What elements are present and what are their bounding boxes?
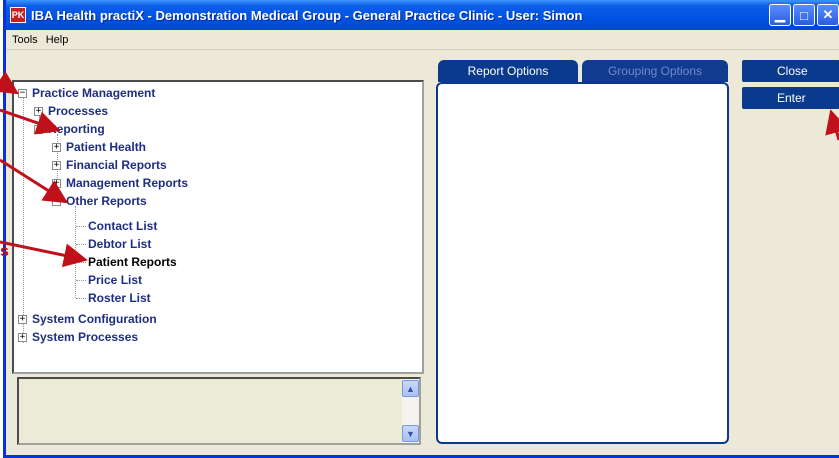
vertical-scrollbar[interactable]: ▲ ▼ [402, 379, 419, 443]
tree-node-patient-health[interactable]: + Patient Health [52, 139, 146, 155]
close-icon[interactable]: ✕ [817, 4, 839, 26]
collapse-toggle-icon[interactable]: − [34, 124, 43, 134]
options-tabs: Report Options Grouping Options [438, 60, 732, 82]
navigation-tree: − Practice Management + Processes − Repo… [12, 80, 424, 374]
tree-node-practice-management[interactable]: − Practice Management [18, 85, 155, 101]
expand-toggle-icon[interactable]: + [52, 160, 61, 170]
tree-node-label: Price List [88, 273, 143, 287]
menu-tools[interactable]: Tools [12, 34, 38, 46]
expand-toggle-icon[interactable]: + [34, 106, 43, 116]
tab-grouping-options[interactable]: Grouping Options [582, 60, 728, 82]
tree-node-financial-reports[interactable]: + Financial Reports [52, 157, 167, 173]
tree-leaf-roster-list[interactable]: Roster List [88, 290, 151, 306]
tree-leaf-price-list[interactable]: Price List [88, 272, 142, 288]
maximize-icon[interactable]: □ [793, 4, 815, 26]
tree-node-system-configuration[interactable]: + System Configuration [18, 311, 157, 327]
expand-toggle-icon[interactable]: + [18, 332, 27, 342]
title-bar[interactable]: PK IBA Health practiX - Demonstration Me… [6, 0, 839, 30]
tree-leaf-contact-list[interactable]: Contact List [88, 218, 157, 234]
tab-label: Grouping Options [607, 64, 703, 78]
window-title: IBA Health practiX - Demonstration Medic… [31, 7, 583, 23]
menu-bar: Tools Help [6, 30, 839, 50]
expand-toggle-icon[interactable]: + [52, 178, 61, 188]
collapse-toggle-icon[interactable]: − [52, 196, 61, 206]
minimize-icon[interactable]: ▁ [769, 4, 791, 26]
tree-node-label: Practice Management [32, 86, 156, 100]
tree-node-other-reports[interactable]: − Other Reports [52, 193, 147, 209]
collapse-toggle-icon[interactable]: − [18, 88, 27, 98]
close-button[interactable]: Close [742, 60, 839, 82]
tab-label: Report Options [467, 64, 549, 78]
report-options-panel [436, 82, 729, 444]
tree-node-label: Patient Health [66, 140, 147, 154]
expand-toggle-icon[interactable]: + [52, 142, 61, 152]
tree-node-label: Contact List [88, 219, 158, 233]
tree-node-label: Reporting [48, 122, 105, 136]
button-label: Close [777, 64, 808, 78]
tab-report-options[interactable]: Report Options [438, 60, 578, 82]
tree-node-reporting[interactable]: − Reporting [34, 121, 105, 137]
menu-help[interactable]: Help [46, 34, 69, 46]
tree-node-label: Patient Reports [88, 255, 177, 269]
expand-toggle-icon[interactable]: + [18, 314, 27, 324]
tree-node-label: Management Reports [66, 176, 189, 190]
tree-node-label: System Processes [32, 330, 139, 344]
tree-node-management-reports[interactable]: + Management Reports [52, 175, 188, 191]
app-window: PK IBA Health practiX - Demonstration Me… [3, 0, 839, 458]
scroll-down-icon[interactable]: ▼ [402, 425, 419, 442]
tree-node-label: Debtor List [88, 237, 152, 251]
tree-leaf-debtor-list[interactable]: Debtor List [88, 236, 151, 252]
tree-node-label: System Configuration [32, 312, 157, 326]
tree-node-processes[interactable]: + Processes [34, 103, 108, 119]
enter-button[interactable]: Enter [742, 87, 839, 109]
tree-node-system-processes[interactable]: + System Processes [18, 329, 138, 345]
app-icon: PK [10, 7, 26, 23]
tree-node-label: Other Reports [66, 194, 147, 208]
tree-node-label: Financial Reports [66, 158, 167, 172]
scroll-up-icon[interactable]: ▲ [402, 380, 419, 397]
button-label: Enter [777, 91, 806, 105]
tree-node-label: Roster List [88, 291, 151, 305]
message-panel: ▲ ▼ [17, 377, 421, 445]
tree-leaf-patient-reports[interactable]: Patient Reports [88, 254, 177, 270]
tree-node-label: Processes [48, 104, 109, 118]
